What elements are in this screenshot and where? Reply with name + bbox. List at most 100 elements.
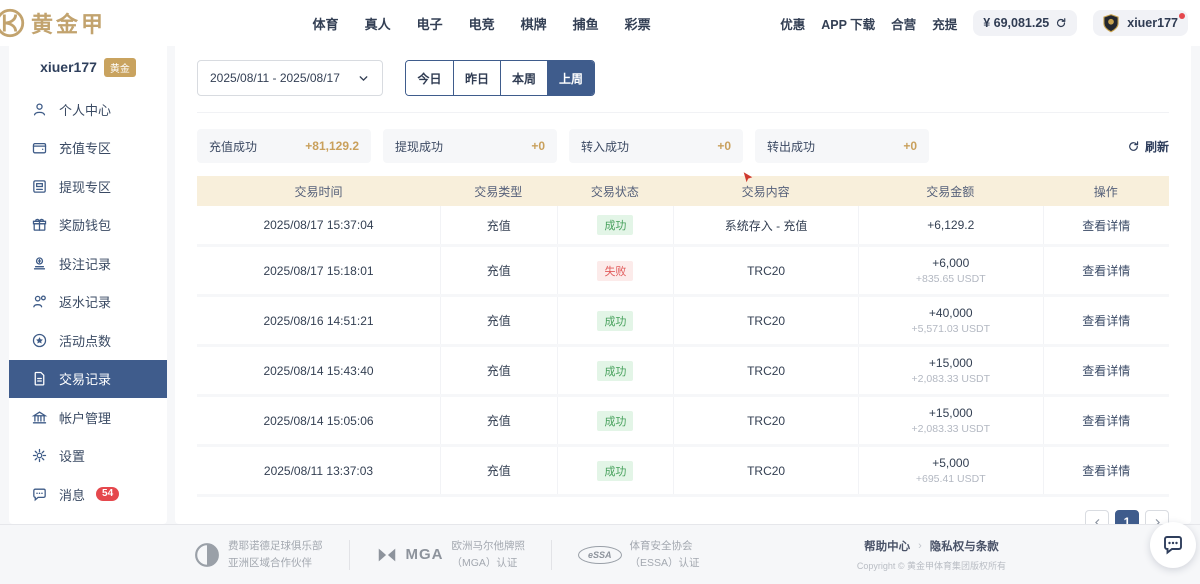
footer-links: 帮助中心 › 隐私权与条款 [857, 538, 1006, 554]
stat-deposit-success: 充值成功 +81,129.2 [197, 129, 371, 163]
tab-today[interactable]: 今日 [406, 61, 453, 95]
chat-bubble-icon [1161, 533, 1185, 557]
sidebar-item-withdraw[interactable]: 提现专区 [9, 167, 167, 206]
cell-action: 查看详情 [1043, 247, 1169, 294]
user-menu[interactable]: xiuer177 [1093, 10, 1188, 36]
chevron-left-icon [1092, 517, 1103, 525]
gift-icon [31, 216, 48, 233]
status-badge: 成功 [597, 361, 633, 381]
star-icon [31, 332, 48, 349]
main-nav: 体育 真人 电子 电竞 棋牌 捕鱼 彩票 [313, 14, 651, 33]
cell-amount: +15,000+2,083.33 USDT [858, 397, 1043, 444]
stat-value: +0 [717, 139, 731, 153]
sidebar-item-label: 帐户管理 [59, 408, 111, 427]
table-row: 2025/08/17 15:37:04 充值 成功 系统存入 - 充值 +6,1… [197, 206, 1169, 247]
date-range-picker[interactable]: 2025/08/11 - 2025/08/17 [197, 60, 383, 96]
sidebar-item-activity-points[interactable]: 活动点数 [9, 321, 167, 360]
nav-sports[interactable]: 体育 [313, 14, 339, 33]
tab-yesterday[interactable]: 昨日 [453, 61, 500, 95]
cell-status: 成功 [557, 297, 674, 344]
cell-time: 2025/08/16 14:51:21 [197, 297, 440, 344]
sidebar-item-label: 活动点数 [59, 331, 111, 350]
rebate-icon [31, 293, 48, 310]
view-details-link[interactable]: 查看详情 [1082, 217, 1130, 234]
privacy-terms-link[interactable]: 隐私权与条款 [930, 538, 999, 554]
nav-live[interactable]: 真人 [365, 14, 391, 33]
customer-service-button[interactable] [1150, 522, 1196, 568]
partner-text: 费耶诺德足球俱乐部 亚洲区域合作伙伴 [228, 538, 323, 571]
stat-value: +0 [903, 139, 917, 153]
link-deposit-withdraw[interactable]: 充提 [932, 14, 957, 33]
sidebar-item-messages[interactable]: 消息 54 [9, 475, 167, 514]
balance-pill[interactable]: ¥ 69,081.25 [973, 10, 1077, 36]
withdraw-icon [31, 178, 48, 195]
nav-lottery[interactable]: 彩票 [625, 14, 651, 33]
help-center-link[interactable]: 帮助中心 [864, 538, 910, 554]
cell-time: 2025/08/11 13:37:03 [197, 447, 440, 494]
sidebar-item-personal-center[interactable]: 个人中心 [9, 90, 167, 129]
brand-name: 黄金甲 [31, 7, 106, 39]
notification-dot [1179, 13, 1185, 19]
sidebar-user: xiuer177 黄金 [9, 52, 167, 82]
period-tabs: 今日 昨日 本周 上周 [405, 60, 595, 96]
col-header-status: 交易状态 [557, 183, 674, 200]
feyenoord-logo [194, 542, 220, 568]
partner-text: 欧洲马尔他牌照 （MGA）认证 [452, 538, 526, 571]
table-row: 2025/08/16 14:51:21 充值 成功 TRC20 +40,000+… [197, 297, 1169, 347]
tab-last-week[interactable]: 上周 [547, 61, 594, 95]
nav-fishing[interactable]: 捕鱼 [573, 14, 599, 33]
view-details-link[interactable]: 查看详情 [1082, 362, 1130, 379]
message-icon [31, 486, 48, 503]
sidebar-item-rebate-records[interactable]: 返水记录 [9, 283, 167, 322]
sidebar-item-label: 个人中心 [59, 100, 111, 119]
refresh-button[interactable]: 刷新 [1127, 138, 1169, 155]
mga-logo [376, 544, 398, 566]
link-affiliate[interactable]: 合营 [891, 14, 916, 33]
bet-record-icon [31, 255, 48, 272]
cell-content: TRC20 [673, 447, 858, 494]
link-app-download[interactable]: APP 下载 [821, 14, 875, 33]
site-logo[interactable]: 黄金甲 [0, 6, 183, 40]
table-row: 2025/08/14 15:05:06 充值 成功 TRC20 +15,000+… [197, 397, 1169, 447]
next-page-button[interactable] [1145, 510, 1169, 524]
header-username: xiuer177 [1127, 16, 1178, 30]
table-row: 2025/08/11 13:37:03 充值 成功 TRC20 +5,000+6… [197, 447, 1169, 497]
sidebar-item-bet-records[interactable]: 投注记录 [9, 244, 167, 283]
col-header-type: 交易类型 [440, 183, 557, 200]
col-header-content: 交易内容 [673, 183, 858, 200]
cell-action: 查看详情 [1043, 297, 1169, 344]
prev-page-button[interactable] [1085, 510, 1109, 524]
stat-value: +81,129.2 [305, 139, 359, 153]
nav-esports[interactable]: 电竞 [469, 14, 495, 33]
view-details-link[interactable]: 查看详情 [1082, 412, 1130, 429]
content-area: xiuer177 黄金 个人中心 充值专区 提现专区 奖励钱包 投注记录 [0, 46, 1200, 524]
view-details-link[interactable]: 查看详情 [1082, 262, 1130, 279]
brand-icon [0, 6, 27, 40]
refresh-balance-icon[interactable] [1055, 17, 1067, 29]
balance-amount: ¥ 69,081.25 [983, 16, 1049, 30]
cell-amount: +6,129.2 [858, 206, 1043, 244]
cell-amount: +40,000+5,571.03 USDT [858, 297, 1043, 344]
sidebar-item-deposit[interactable]: 充值专区 [9, 129, 167, 168]
tab-this-week[interactable]: 本周 [500, 61, 547, 95]
cell-action: 查看详情 [1043, 447, 1169, 494]
partner-text: 体育安全协会 （ESSA）认证 [630, 538, 700, 571]
chevron-down-icon [357, 72, 370, 85]
sidebar-item-label: 返水记录 [59, 292, 111, 311]
nav-cards[interactable]: 棋牌 [521, 14, 547, 33]
sidebar-item-settings[interactable]: 设置 [9, 437, 167, 476]
sidebar-item-account-management[interactable]: 帐户管理 [9, 398, 167, 437]
transaction-records-panel: 2025/08/11 - 2025/08/17 今日 昨日 本周 上周 充值成功… [175, 46, 1191, 524]
status-badge: 成功 [597, 215, 633, 235]
link-promos[interactable]: 优惠 [780, 14, 805, 33]
page-number-current[interactable]: 1 [1115, 510, 1139, 524]
view-details-link[interactable]: 查看详情 [1082, 462, 1130, 479]
footer: 费耶诺德足球俱乐部 亚洲区域合作伙伴 MGA 欧洲马尔他牌照 （MGA）认证 e… [0, 524, 1200, 584]
page: 黄金甲 体育 真人 电子 电竞 棋牌 捕鱼 彩票 优惠 APP 下载 合营 充提… [0, 0, 1200, 584]
cell-status: 成功 [557, 206, 674, 244]
cell-status: 失败 [557, 247, 674, 294]
view-details-link[interactable]: 查看详情 [1082, 312, 1130, 329]
nav-slots[interactable]: 电子 [417, 14, 443, 33]
sidebar-item-reward-wallet[interactable]: 奖励钱包 [9, 206, 167, 245]
sidebar-item-transaction-records[interactable]: 交易记录 [9, 360, 167, 399]
